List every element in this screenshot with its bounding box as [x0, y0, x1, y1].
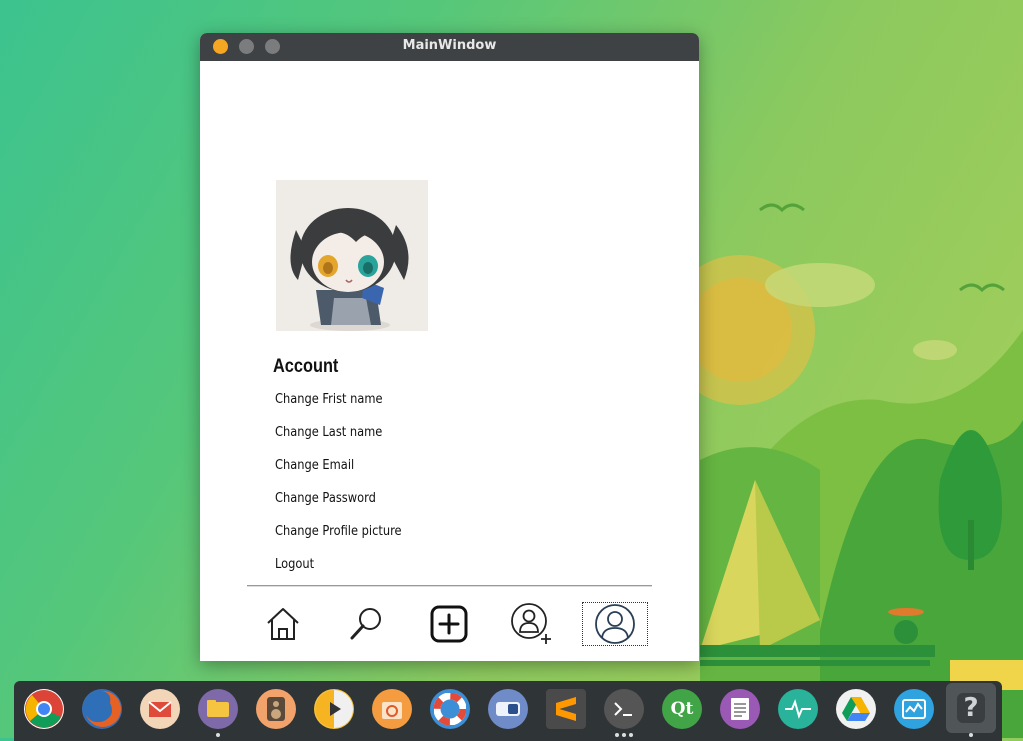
window-titlebar[interactable]: MainWindow [200, 33, 699, 61]
dock-chrome[interactable] [24, 689, 64, 729]
dock-sublime-text[interactable] [546, 689, 586, 729]
files-icon [207, 700, 229, 717]
logout-link[interactable]: Logout [275, 557, 314, 572]
qt-creator-icon: Qt [670, 699, 694, 719]
account-section-title: Account [273, 356, 339, 377]
dock-media-player[interactable] [314, 689, 354, 729]
dock-system-monitor[interactable] [894, 689, 934, 729]
dock-text-editor[interactable] [720, 689, 760, 729]
dock-ubuntu-software[interactable] [372, 689, 412, 729]
sublime-text-icon [556, 697, 576, 721]
change-password-link[interactable]: Change Password [275, 491, 376, 506]
dock-terminal[interactable] [604, 689, 644, 729]
home-icon [267, 608, 299, 640]
change-email-link[interactable]: Change Email [275, 458, 354, 473]
nav-profile-button[interactable] [582, 602, 648, 646]
change-last-name-link[interactable]: Change Last name [275, 425, 382, 440]
dock-help[interactable] [430, 689, 470, 729]
mail-icon [148, 701, 172, 717]
add-user-icon [511, 603, 551, 644]
nav-add-user-button[interactable] [499, 602, 565, 646]
system-monitor-pulse-icon [785, 699, 811, 719]
change-profile-picture-link[interactable]: Change Profile picture [275, 524, 402, 539]
chrome-icon [25, 690, 63, 728]
dock-speaker[interactable] [256, 689, 296, 729]
dock-files[interactable] [198, 689, 238, 729]
search-icon [350, 608, 381, 640]
firefox-icon [83, 690, 121, 728]
dock: Qt ? [14, 681, 1002, 741]
change-first-name-link[interactable]: Change Frist name [275, 392, 383, 407]
add-post-icon [430, 605, 468, 643]
dock-system-pulse[interactable] [778, 689, 818, 729]
toggle-app-icon [496, 702, 520, 716]
terminal-icon [614, 702, 632, 716]
help-lifebuoy-icon [434, 693, 466, 725]
window-title: MainWindow [402, 38, 497, 53]
nav-add-post-button[interactable] [416, 602, 482, 646]
system-monitor-icon [902, 699, 926, 719]
dock-qt-creator[interactable]: Qt [662, 689, 702, 729]
navbar-divider [247, 585, 652, 587]
dock-firefox[interactable] [82, 689, 122, 729]
ubuntu-software-icon [382, 702, 402, 719]
dock-mail[interactable] [140, 689, 180, 729]
profile-icon [595, 604, 635, 644]
speaker-icon [267, 697, 285, 721]
dock-google-drive[interactable] [836, 689, 876, 729]
dock-unknown-app[interactable]: ? [946, 683, 996, 733]
nav-search-button[interactable] [333, 602, 399, 646]
unknown-app-icon: ? [957, 693, 985, 723]
google-drive-icon [842, 697, 870, 721]
media-player-icon [315, 690, 353, 728]
profile-picture [276, 180, 428, 331]
main-window: MainWindow Account Change Frist name Cha… [200, 33, 699, 661]
nav-home-button[interactable] [250, 602, 316, 646]
text-editor-icon [731, 698, 749, 720]
dock-toggle-app[interactable] [488, 689, 528, 729]
